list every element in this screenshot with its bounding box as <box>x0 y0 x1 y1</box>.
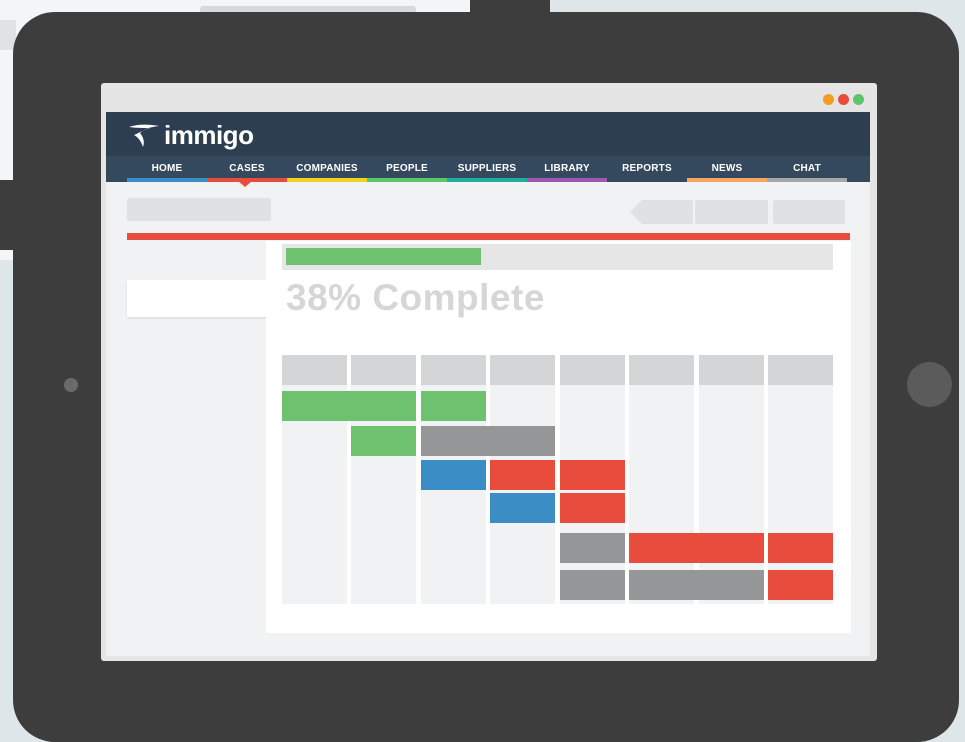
gantt-task-bar[interactable] <box>560 460 625 490</box>
gantt-column-header <box>282 355 347 385</box>
gantt-column-header <box>490 355 555 385</box>
progress-bar <box>282 244 833 270</box>
gantt-column-header <box>560 355 625 385</box>
gantt-column <box>768 355 833 604</box>
gantt-column-header <box>629 355 694 385</box>
home-button[interactable] <box>907 362 952 407</box>
sidebar-selected-item[interactable] <box>127 280 267 317</box>
close-window-icon[interactable] <box>838 94 849 105</box>
nav-item-library[interactable]: LIBRARY <box>527 156 607 182</box>
toolbar-button[interactable] <box>773 200 845 224</box>
gantt-task-bar[interactable] <box>768 533 833 563</box>
back-button[interactable] <box>630 200 693 224</box>
gantt-task-bar[interactable] <box>421 426 555 456</box>
gantt-task-bar[interactable] <box>768 570 833 600</box>
gantt-task-bar[interactable] <box>490 460 555 490</box>
toolbar-button[interactable] <box>695 200 768 224</box>
nav-color-bar <box>687 178 767 182</box>
gantt-column-header <box>699 355 764 385</box>
nav-color-bar <box>607 178 687 182</box>
case-title-placeholder <box>127 198 271 221</box>
camera-icon <box>64 378 78 392</box>
nav-item-cases[interactable]: CASES <box>207 156 287 182</box>
background-side-panel <box>0 180 14 250</box>
brand-name: immigo <box>164 119 254 150</box>
logo[interactable]: immigo <box>128 118 254 152</box>
gantt-task-bar[interactable] <box>560 570 625 600</box>
nav-color-bar <box>127 178 207 182</box>
case-main-panel: 38% Complete <box>266 241 851 633</box>
nav-item-home[interactable]: HOME <box>127 156 207 182</box>
gantt-column <box>629 355 694 604</box>
browser-window: immigo HOME CASES COMPANIES PEOPLE SUPPL… <box>101 83 877 661</box>
case-status-bar <box>127 233 850 240</box>
nav-item-suppliers[interactable]: SUPPLIERS <box>447 156 527 182</box>
app-viewport: immigo HOME CASES COMPANIES PEOPLE SUPPL… <box>106 112 870 656</box>
gantt-column-header <box>768 355 833 385</box>
bird-logo-icon <box>129 124 159 147</box>
gantt-task-bar[interactable] <box>351 426 416 456</box>
nav-item-reports[interactable]: REPORTS <box>607 156 687 182</box>
maximize-window-icon[interactable] <box>853 94 864 105</box>
gantt-task-bar[interactable] <box>629 570 764 600</box>
nav-item-label: NEWS <box>711 163 743 174</box>
nav-color-bar <box>447 178 527 182</box>
app-header: immigo HOME CASES COMPANIES PEOPLE SUPPL… <box>106 112 870 187</box>
gantt-task-bar[interactable] <box>421 460 486 490</box>
gantt-task-bar[interactable] <box>629 533 764 563</box>
nav-item-label: HOME <box>151 163 183 174</box>
nav-item-companies[interactable]: COMPANIES <box>287 156 367 182</box>
gantt-task-bar[interactable] <box>560 493 625 523</box>
nav-item-news[interactable]: NEWS <box>687 156 767 182</box>
nav-color-bar <box>767 178 847 182</box>
nav-item-label: COMPANIES <box>296 163 358 174</box>
gantt-task-bar[interactable] <box>560 533 625 563</box>
nav-item-label: PEOPLE <box>386 163 428 174</box>
nav-item-people[interactable]: PEOPLE <box>367 156 447 182</box>
gantt-column <box>699 355 764 604</box>
nav-color-bar <box>527 178 607 182</box>
nav-item-label: LIBRARY <box>544 163 590 174</box>
gantt-task-bar[interactable] <box>490 493 555 523</box>
gantt-column-header <box>421 355 486 385</box>
nav-item-label: REPORTS <box>622 163 672 174</box>
nav-item-label: SUPPLIERS <box>457 163 517 174</box>
active-nav-caret <box>238 181 252 187</box>
nav-item-label: CASES <box>229 163 265 174</box>
main-nav: HOME CASES COMPANIES PEOPLE SUPPLIERS LI… <box>106 156 870 182</box>
progress-bar-fill <box>286 248 481 265</box>
nav-color-bar <box>367 178 447 182</box>
nav-color-bar <box>287 178 367 182</box>
progress-label: 38% Complete <box>286 277 545 318</box>
nav-item-chat[interactable]: CHAT <box>767 156 847 182</box>
gantt-column-header <box>351 355 416 385</box>
gantt-task-bar[interactable] <box>282 391 416 421</box>
minimize-window-icon[interactable] <box>823 94 834 105</box>
gantt-task-bar[interactable] <box>421 391 486 421</box>
nav-item-label: CHAT <box>793 163 821 174</box>
